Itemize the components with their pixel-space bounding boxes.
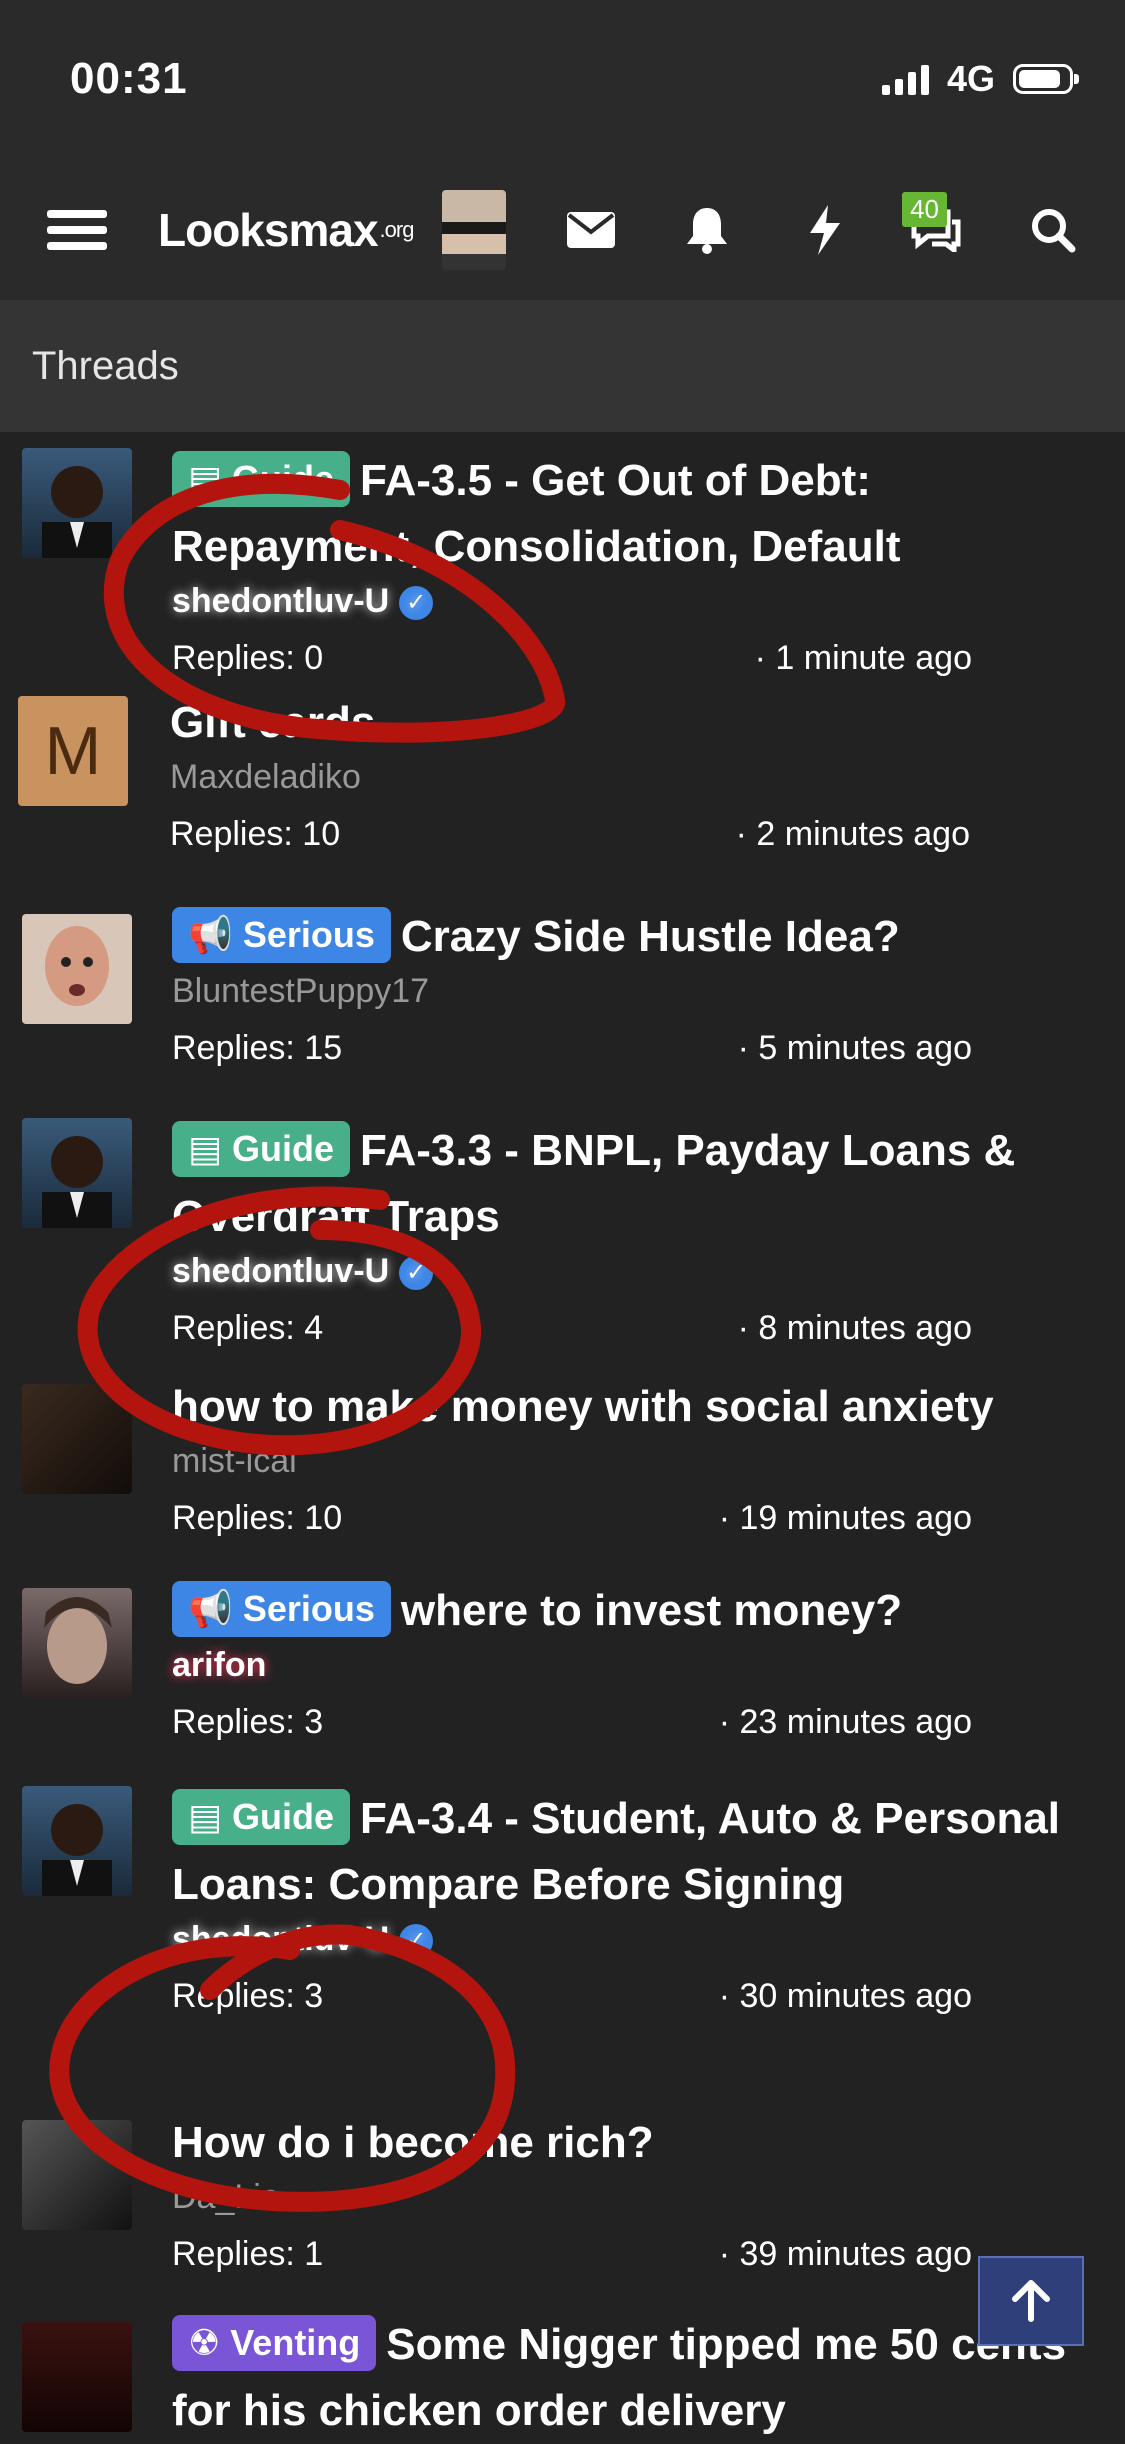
thread-meta: Replies: 0 · 1 minute ago <box>172 639 972 678</box>
thread-date: · 30 minutes ago <box>718 1977 972 2015</box>
logo-text: Looksmax <box>158 204 379 256</box>
avatar[interactable] <box>22 448 132 558</box>
top-navigation: Looksmax .org <box>0 160 1125 300</box>
thread-meta: Replies: 4 · 8 minutes ago <box>172 1309 972 1348</box>
thread-date: · 5 minutes ago <box>737 1029 972 1067</box>
prefix-guide[interactable]: ▤ Guide <box>172 451 351 507</box>
thread-title-text[interactable]: How do i become rich? <box>172 2118 654 2167</box>
avatar[interactable] <box>22 1588 132 1698</box>
status-bar: 00:31 4G <box>0 0 1125 160</box>
status-time: 00:31 <box>70 54 188 103</box>
reply-count: Replies: 10 <box>172 1499 343 1537</box>
avatar[interactable] <box>22 1118 132 1228</box>
thread-author[interactable]: BluntestPuppy17 <box>172 972 1097 1011</box>
thread-date: · 23 minutes ago <box>718 1703 972 1741</box>
thread-author[interactable]: shedontluv-U ✓ <box>172 582 1097 621</box>
thread-date: · 1 minute ago <box>754 639 972 677</box>
thread-meta: Replies: 15 · 5 minutes ago <box>172 1029 972 1068</box>
thread-title-text[interactable]: Gift cards <box>170 698 375 747</box>
verified-icon: ✓ <box>399 1924 434 1958</box>
avatar-letter[interactable]: M <box>18 696 128 806</box>
prefix-serious[interactable]: 📢 Serious <box>172 907 391 963</box>
thread-title[interactable]: ▤ Guide FA-3.5 - Get Out of Debt: Repaymen… <box>172 448 1097 580</box>
megaphone-icon: 📢 <box>188 1588 233 1629</box>
reply-count: Replies: 3 <box>172 1703 324 1741</box>
thread-author[interactable]: Da_Lio <box>172 2178 1097 2217</box>
avatar[interactable] <box>22 1384 132 1494</box>
thread-title[interactable]: How do i become rich? <box>172 2110 1097 2176</box>
thread-date: · 39 minutes ago <box>718 2235 972 2273</box>
thread-title[interactable]: 📢 Serious Crazy Side Hustle Idea? <box>172 904 1097 970</box>
thread-author[interactable]: mist-ical <box>172 1442 1097 1481</box>
avatar[interactable] <box>22 2120 132 2230</box>
reply-count: Replies: 15 <box>172 1029 343 1067</box>
thread-title[interactable]: how to make money with social anxiety <box>172 1374 1097 1440</box>
thread-title-text[interactable]: Crazy Side Hustle Idea? <box>401 912 900 961</box>
thread-title[interactable]: Gift cards <box>170 690 1097 756</box>
prefix-guide[interactable]: ▤ Guide <box>172 1789 351 1845</box>
megaphone-icon: 📢 <box>188 914 233 955</box>
user-avatar[interactable] <box>442 190 506 270</box>
arrow-up-icon <box>1012 2280 1050 2322</box>
menu-icon[interactable] <box>45 190 109 270</box>
thread-author[interactable]: shedontluv-U ✓ <box>172 1920 1097 1959</box>
avatar[interactable] <box>22 2322 132 2432</box>
thread-meta: Replies: 1 · 39 minutes ago <box>172 2235 972 2274</box>
thread-author[interactable]: arifon <box>172 1646 1097 1685</box>
verified-icon: ✓ <box>399 1256 434 1290</box>
prefix-venting[interactable]: ☢ Venting <box>172 2315 377 2371</box>
thread-meta: Replies: 10 · 2 minutes ago <box>170 815 970 854</box>
thread-meta: Replies: 3 · 23 minutes ago <box>172 1703 972 1742</box>
status-indicators: 4G <box>881 58 1079 100</box>
reply-count: Replies: 3 <box>172 1977 324 2015</box>
reply-count: Replies: 0 <box>172 639 324 677</box>
conversations-badge: 40 <box>902 192 947 227</box>
section-title: Threads <box>32 344 179 388</box>
radiation-icon: ☢ <box>188 2322 221 2363</box>
book-icon: ▤ <box>188 1128 223 1169</box>
thread-title-text[interactable]: where to invest money? <box>401 1586 902 1635</box>
search-icon[interactable] <box>1018 190 1088 270</box>
section-header: Threads <box>0 300 1125 432</box>
thread-author[interactable]: shedontluv-U ✓ <box>172 1252 1097 1291</box>
thread-date: · 2 minutes ago <box>735 815 970 853</box>
avatar[interactable] <box>22 1786 132 1896</box>
thread-meta: Replies: 10 · 19 minutes ago <box>172 1499 972 1538</box>
reply-count: Replies: 10 <box>170 815 341 853</box>
prefix-guide[interactable]: ▤ Guide <box>172 1121 351 1177</box>
thread-date: · 8 minutes ago <box>737 1309 972 1347</box>
battery-icon <box>1013 64 1079 94</box>
reply-count: Replies: 1 <box>172 2235 324 2273</box>
prefix-serious[interactable]: 📢 Serious <box>172 1581 391 1637</box>
bell-icon[interactable] <box>672 190 742 270</box>
thread-title[interactable]: ▤ Guide FA-3.3 - BNPL, Payday Loans & Over… <box>172 1118 1097 1250</box>
mail-icon[interactable] <box>556 190 626 270</box>
site-logo[interactable]: Looksmax .org <box>158 190 415 270</box>
bolt-icon[interactable] <box>790 190 860 270</box>
verified-icon: ✓ <box>399 586 434 620</box>
network-label: 4G <box>946 58 995 99</box>
scroll-top-button[interactable] <box>978 2256 1084 2346</box>
thread-meta: Replies: 3 · 30 minutes ago <box>172 1977 972 2016</box>
logo-suffix: .org <box>379 217 415 242</box>
avatar[interactable] <box>22 914 132 1024</box>
book-icon: ▤ <box>188 458 223 499</box>
thread-date: · 19 minutes ago <box>718 1499 972 1537</box>
book-icon: ▤ <box>188 1796 223 1837</box>
thread-title[interactable]: ☢ Venting Some Nigger tipped me 50 cents f… <box>172 2312 1097 2444</box>
thread-title-text[interactable]: how to make money with social anxiety <box>172 1382 994 1431</box>
thread-title[interactable]: ▤ Guide FA-3.4 - Student, Auto & Personal … <box>172 1786 1097 1918</box>
thread-title[interactable]: 📢 Serious where to invest money? <box>172 1578 1097 1644</box>
reply-count: Replies: 4 <box>172 1309 324 1347</box>
thread-author[interactable]: Maxdeladiko <box>170 758 1097 797</box>
signal-icon <box>881 63 929 95</box>
